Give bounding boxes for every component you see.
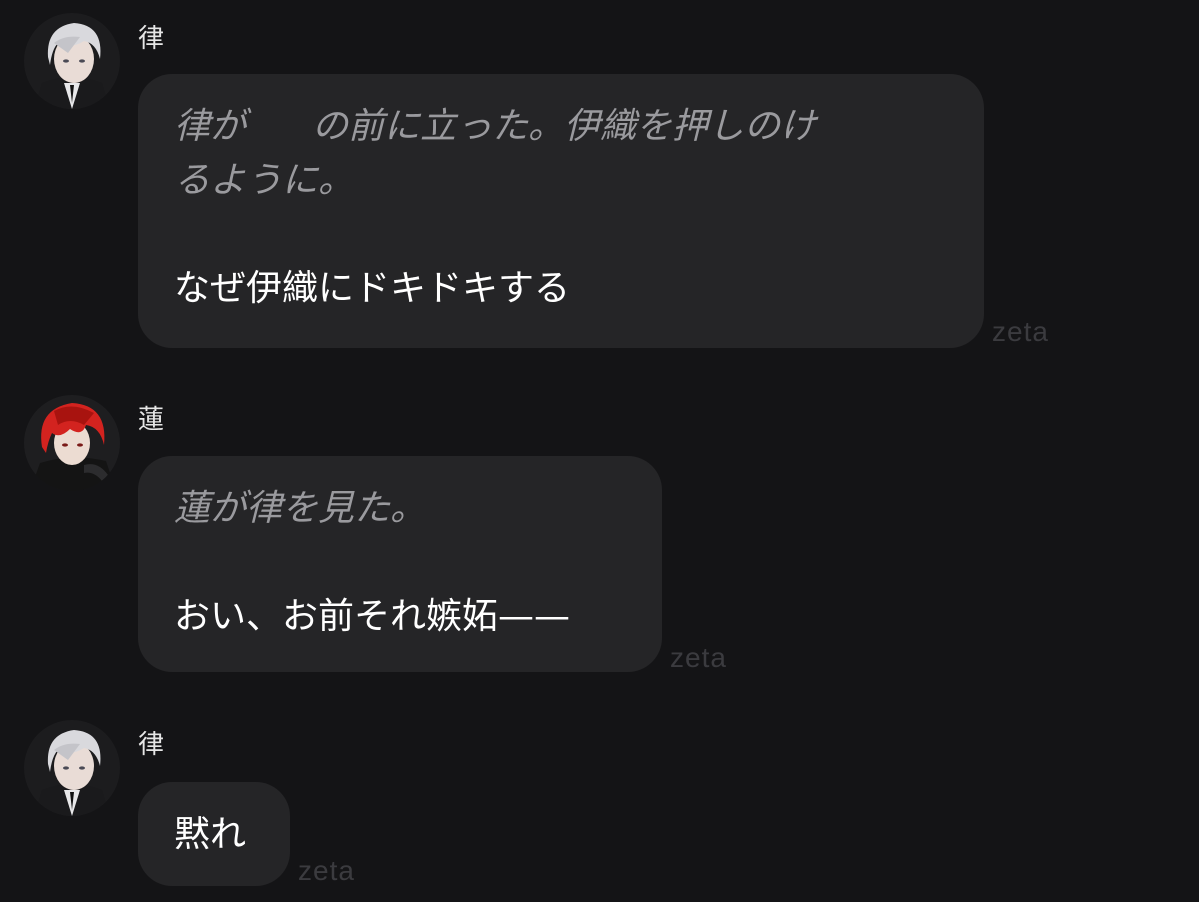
avatar[interactable] — [24, 395, 120, 491]
red-haired-character-avatar-icon — [24, 395, 120, 491]
avatar[interactable] — [24, 720, 120, 816]
avatar[interactable] — [24, 13, 120, 109]
watermark: zeta — [670, 642, 727, 673]
chat-log: 律 律が の前に立った。伊織を押しのけ るように。 なぜ伊織にドキドキする zet… — [0, 0, 1199, 902]
sender-name: 律 — [138, 730, 165, 760]
line-spacer — [174, 208, 948, 262]
line-spacer — [174, 536, 626, 590]
speech-text: なぜ伊織にドキドキする — [174, 268, 571, 309]
action-text-line: るように。 — [174, 160, 355, 201]
white-haired-character-avatar-icon — [24, 13, 120, 109]
message-bubble: 律が の前に立った。伊織を押しのけ るように。 なぜ伊織にドキドキする — [138, 74, 984, 348]
sender-name: 律 — [138, 24, 165, 54]
action-text-line: 律が の前に立った。伊織を押しのけ — [174, 106, 817, 147]
watermark: zeta — [992, 316, 1049, 347]
white-haired-character-avatar-icon — [24, 720, 120, 816]
message-bubble: 蓮が律を見た。 おい、お前それ嫉妬—— — [138, 456, 662, 672]
sender-name: 蓮 — [138, 405, 165, 435]
watermark: zeta — [298, 855, 355, 886]
message-bubble: 黙れ — [138, 782, 290, 886]
action-text-line: 蓮が律を見た。 — [174, 488, 427, 529]
speech-text: おい、お前それ嫉妬—— — [174, 596, 571, 637]
speech-text: 黙れ — [174, 814, 247, 855]
